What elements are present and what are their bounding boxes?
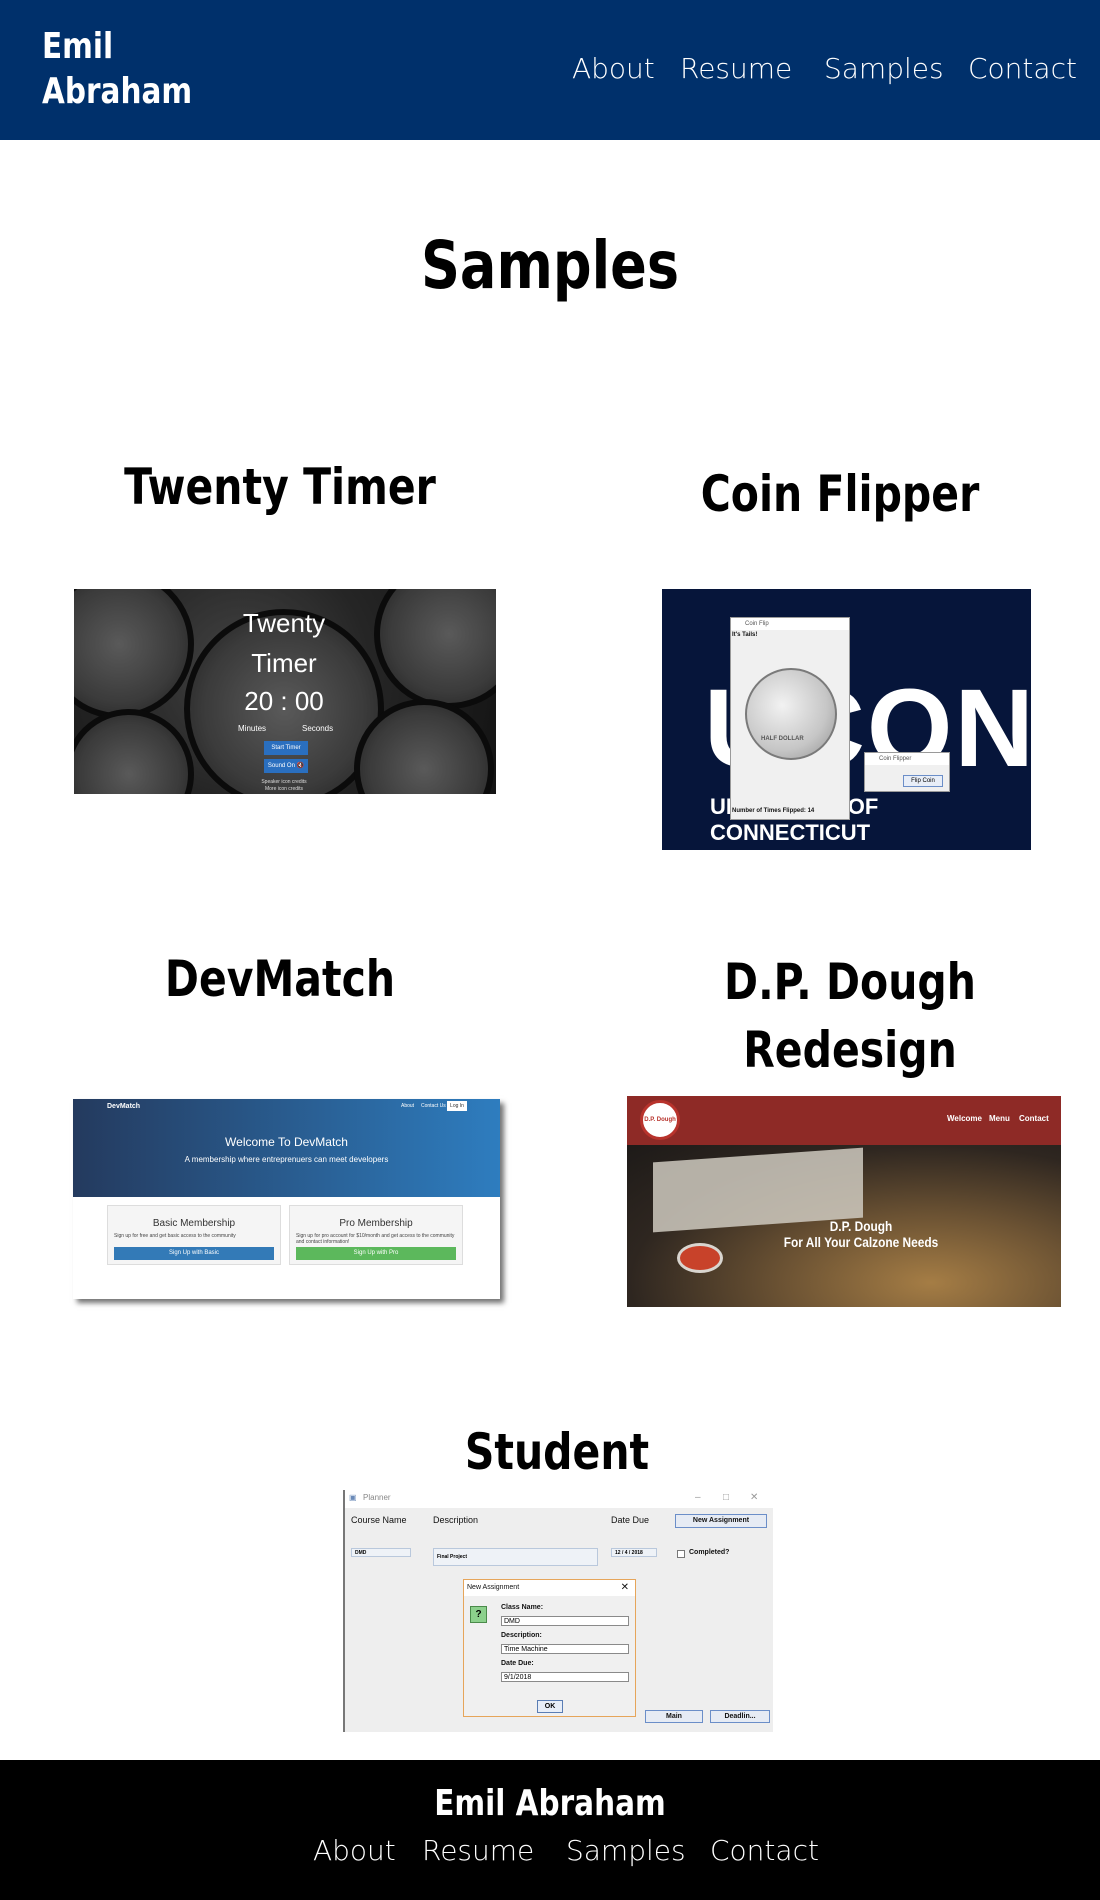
devmatch-nav-contact: Contact Us <box>421 1103 446 1109</box>
devmatch-login-button: Log In <box>447 1101 467 1111</box>
description-label: Description: <box>501 1632 542 1639</box>
row-course-field: DMD <box>351 1548 411 1557</box>
minutes-label: Minutes <box>238 724 267 733</box>
twenty-timer-thumbnail[interactable]: Twenty Timer 20 : 00 Minutes Seconds Sta… <box>74 589 496 794</box>
devmatch-thumbnail[interactable]: DevMatch About Contact Us Log In Welcome… <box>73 1099 500 1299</box>
dp-dough-tagline: For All Your Calzone Needs <box>783 1234 939 1250</box>
site-footer: Emil Abraham About Resume Samples Contac… <box>0 1760 1100 1900</box>
dp-nav-menu: Menu <box>989 1114 1010 1123</box>
coin-flip-window-title: Coin Flip <box>731 618 849 630</box>
coin-flipper-window-title: Coin Flipper <box>865 753 949 765</box>
basic-membership-text: Sign up for free and get basic access to… <box>114 1233 236 1239</box>
flip-coin-button: Flip Coin <box>903 775 943 787</box>
dp-nav-welcome: Welcome <box>947 1114 982 1123</box>
credit-text: More icon credits <box>264 786 304 792</box>
footer-nav-resume[interactable]: Resume <box>422 1832 534 1870</box>
class-name-label: Class Name: <box>501 1604 544 1611</box>
deadline-button: Deadlin... <box>710 1710 770 1723</box>
timer-digits: 20 : 00 <box>244 686 324 716</box>
footer-name: Emil Abraham <box>434 1783 666 1824</box>
dp-dough-logo-text: D.P. Dough <box>644 1117 676 1123</box>
dp-dough-thumbnail[interactable]: D.P. Dough Welcome Menu Contact D.P. Dou… <box>627 1096 1061 1307</box>
footer-nav-about[interactable]: About <box>313 1832 396 1870</box>
date-due-label: Date Due: <box>501 1660 534 1667</box>
timer-title-line2: Timer <box>251 648 317 678</box>
coin-flip-window: Coin Flip It's Tails! HALF DOLLAR Number… <box>730 617 850 820</box>
timer-title-line1: Twenty <box>242 608 326 638</box>
dp-dough-nav-bar: D.P. Dough Welcome Menu Contact <box>627 1096 1061 1145</box>
nav-about[interactable]: About <box>572 50 655 88</box>
sauce-cup-image <box>677 1243 723 1273</box>
devmatch-nav-about: About <box>401 1103 415 1109</box>
sign-up-basic-button: Sign Up with Basic <box>114 1247 274 1260</box>
pro-membership-title: Pro Membership <box>339 1218 413 1229</box>
dp-dough-logo: D.P. Dough <box>640 1100 680 1140</box>
devmatch-welcome: Welcome To DevMatch <box>225 1135 348 1149</box>
main-button: Main <box>645 1710 703 1723</box>
basic-membership-card: Basic Membership Sign up for free and ge… <box>107 1205 281 1265</box>
project-title-dp-dough: D.P. Dough Redesign <box>670 948 1031 1084</box>
coin-flipper-window: Coin Flipper Flip Coin <box>864 752 950 792</box>
project-title-line2: Redesign <box>743 1021 957 1079</box>
half-dollar-coin-image: HALF DOLLAR <box>745 668 837 760</box>
completed-label: Completed? <box>689 1549 730 1556</box>
window-app-icon: ▣ <box>349 1493 357 1502</box>
sound-toggle-button: Sound On 🔇 <box>264 759 308 773</box>
brand-last-name[interactable]: Abraham <box>42 69 192 114</box>
nav-resume[interactable]: Resume <box>680 50 792 88</box>
col-description: Description <box>433 1515 479 1525</box>
devmatch-hero: DevMatch About Contact Us Log In Welcome… <box>73 1099 500 1197</box>
dialog-title: New Assignment ✕ <box>464 1580 635 1596</box>
project-title-devmatch: DevMatch <box>164 950 396 1008</box>
row-description-field: Final Project <box>433 1548 598 1566</box>
sign-up-pro-button: Sign Up with Pro <box>296 1247 456 1260</box>
start-timer-button: Start Timer <box>264 741 308 755</box>
coin-text: HALF DOLLAR <box>761 736 804 742</box>
nav-contact[interactable]: Contact <box>968 50 1077 88</box>
new-assignment-dialog: New Assignment ✕ ? Class Name: DMD Descri… <box>463 1579 636 1717</box>
planner-title-bar: ▣ Planner – □ ✕ <box>345 1490 773 1508</box>
basic-membership-title: Basic Membership <box>152 1218 236 1229</box>
date-due-input: 9/1/2018 <box>501 1672 629 1682</box>
nav-samples[interactable]: Samples <box>824 50 944 88</box>
minimize-icon: – <box>695 1492 701 1503</box>
col-date-due: Date Due <box>611 1515 650 1525</box>
col-course-name: Course Name <box>351 1515 407 1525</box>
brand-first-name[interactable]: Emil <box>42 24 192 69</box>
seconds-label: Seconds <box>302 724 334 733</box>
footer-nav-contact[interactable]: Contact <box>710 1832 819 1870</box>
close-icon: ✕ <box>620 1582 629 1593</box>
student-planner-thumbnail[interactable]: ▣ Planner – □ ✕ Course Name Description … <box>343 1490 773 1732</box>
question-icon: ? <box>470 1606 487 1623</box>
new-assignment-button: New Assignment <box>675 1514 767 1528</box>
dp-dough-tagline-name: D.P. Dough <box>829 1218 893 1234</box>
project-title-coin-flipper: Coin Flipper <box>700 465 980 523</box>
close-icon: ✕ <box>750 1492 759 1503</box>
project-title-twenty-timer: Twenty Timer <box>124 458 436 516</box>
credit-text: Speaker icon credits <box>261 779 307 785</box>
page-title: Samples <box>420 227 680 304</box>
planner-window-title: Planner <box>363 1493 391 1502</box>
flip-count-text: Number of Times Flipped: 14 <box>732 808 815 814</box>
dialog-title-text: New Assignment <box>467 1584 520 1591</box>
pro-membership-text: Sign up for pro account for $10/month an… <box>296 1233 455 1245</box>
maximize-icon: □ <box>723 1492 730 1503</box>
devmatch-logo: DevMatch <box>107 1103 141 1110</box>
pro-membership-card: Pro Membership Sign up for pro account f… <box>289 1205 463 1265</box>
description-input: Time Machine <box>501 1644 629 1654</box>
devmatch-subtitle: A membership where entreprenuers can mee… <box>184 1155 389 1164</box>
footer-nav-samples[interactable]: Samples <box>566 1832 686 1870</box>
dp-nav-contact: Contact <box>1019 1114 1049 1123</box>
coin-result-text: It's Tails! <box>732 632 758 638</box>
ok-button: OK <box>537 1700 563 1713</box>
completed-checkbox <box>677 1550 685 1558</box>
site-header: Emil Abraham About Resume Samples Contac… <box>0 0 1100 140</box>
site-brand[interactable]: Emil Abraham <box>42 24 192 114</box>
row-date-field: 12 / 4 / 2018 <box>611 1548 657 1557</box>
coin-flipper-thumbnail[interactable]: UCONN UNIVERSITY OF CONNECTICUT Coin Fli… <box>662 589 1031 850</box>
class-name-input: DMD <box>501 1616 629 1626</box>
project-title-line1: D.P. Dough <box>724 953 976 1011</box>
